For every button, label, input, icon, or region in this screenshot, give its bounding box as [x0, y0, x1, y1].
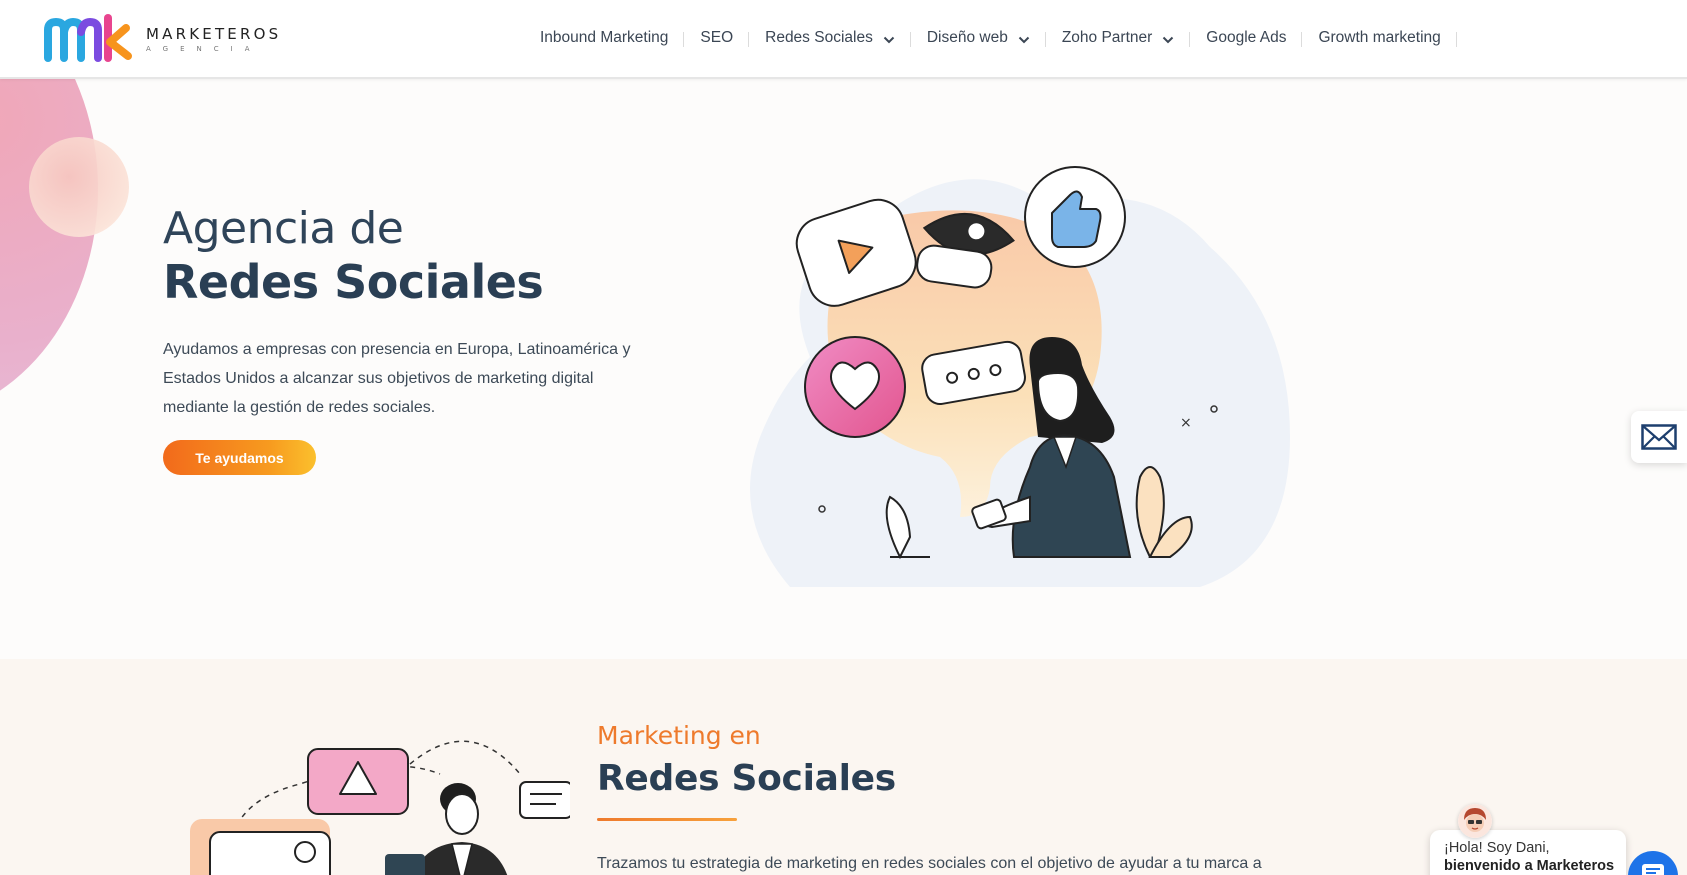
logo-name: MARKETEROS — [146, 25, 282, 43]
nav-item-inbound-marketing[interactable]: Inbound Marketing — [526, 29, 685, 47]
nav-label: SEO — [700, 29, 734, 46]
mail-icon — [1641, 424, 1677, 450]
nav-item-google-ads[interactable]: Google Ads — [1190, 29, 1303, 47]
decorative-circle — [29, 137, 129, 237]
section-kicker: Marketing en — [597, 721, 761, 750]
brand-logo[interactable]: MARKETEROS AGENCIA — [42, 14, 302, 64]
nav-label: Redes Sociales — [765, 29, 873, 46]
svg-text:×: × — [1180, 415, 1192, 431]
nav-item-redes-sociales[interactable]: Redes Sociales — [749, 29, 911, 47]
chat-greeting-bubble[interactable]: ¡Hola! Soy Dani, bienvenido a Marketeros — [1430, 830, 1626, 875]
nav-item-zoho-partner[interactable]: Zoho Partner — [1046, 29, 1191, 47]
nav-label: Inbound Marketing — [540, 29, 669, 46]
chat-welcome: bienvenido a Marketeros — [1444, 858, 1615, 874]
nav-label: Google Ads — [1206, 29, 1287, 46]
chat-avatar[interactable] — [1458, 804, 1492, 838]
contact-mail-button[interactable] — [1631, 411, 1687, 463]
social-media-illustration: × — [750, 166, 1290, 588]
nav-item-seo[interactable]: SEO — [684, 29, 749, 47]
chevron-down-icon — [1018, 36, 1030, 43]
chat-icon — [1642, 864, 1664, 875]
marketing-illustration — [190, 740, 570, 875]
hero-description: Ayudamos a empresas con presencia en Eur… — [163, 341, 631, 416]
avatar-icon — [1458, 804, 1492, 838]
chevron-down-icon — [1163, 36, 1174, 43]
nav-label: Diseño web — [926, 29, 1008, 46]
hero-section: Agencia de Redes Sociales Ayudamos a emp… — [0, 79, 1687, 659]
hero-title-line1: Agencia de — [163, 203, 404, 254]
chevron-down-icon — [883, 36, 895, 43]
section-text: Trazamos tu estrategia de marketing en r… — [597, 855, 1262, 872]
site-header: MARKETEROS AGENCIA Inbound Marketing SEO… — [0, 0, 1687, 79]
hero-title-line2: Redes Sociales — [163, 255, 544, 309]
decorative-blob — [0, 79, 98, 419]
nav-item-growth-marketing[interactable]: Growth marketing — [1302, 29, 1458, 47]
logo-subtitle: AGENCIA — [146, 45, 262, 53]
chat-greeting: ¡Hola! Soy Dani, — [1444, 840, 1550, 856]
logo-icon — [44, 14, 132, 62]
section-title: Redes Sociales — [597, 758, 896, 799]
nav-item-diseno-web[interactable]: Diseño web — [911, 29, 1046, 47]
te-ayudamos-button[interactable]: Te ayudamos — [163, 440, 316, 475]
title-underline — [597, 818, 737, 821]
nav-label: Zoho Partner — [1061, 29, 1153, 46]
nav-label: Growth marketing — [1318, 29, 1441, 46]
main-nav: Inbound Marketing SEO Redes Sociales Dis… — [526, 0, 1458, 76]
